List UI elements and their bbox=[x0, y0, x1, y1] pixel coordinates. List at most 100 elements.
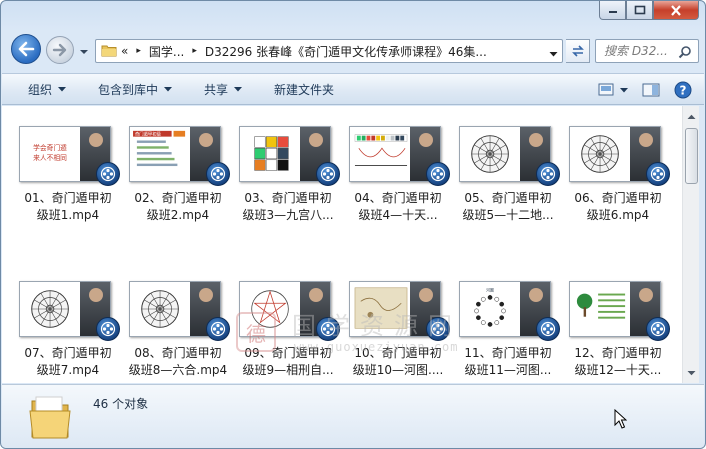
chevron-down-icon bbox=[549, 52, 558, 57]
address-overflow[interactable]: « bbox=[121, 44, 128, 58]
file-item[interactable]: 05、奇门遁甲初 级班5—十二地... bbox=[442, 106, 560, 226]
back-arrow-icon bbox=[18, 41, 35, 57]
address-segment-parent[interactable]: 国学... bbox=[149, 43, 184, 60]
svg-text:?: ? bbox=[680, 84, 687, 98]
scroll-down-button[interactable] bbox=[683, 364, 700, 381]
scrollbar-thumb[interactable] bbox=[685, 128, 698, 184]
close-button[interactable] bbox=[653, 1, 699, 20]
file-item[interactable]: 03、奇门遁甲初 级班3—九宫八... bbox=[222, 106, 340, 226]
maximize-icon bbox=[634, 5, 645, 15]
slide-preview bbox=[130, 282, 192, 336]
scroll-down-icon bbox=[687, 370, 696, 375]
chevron-down-icon bbox=[234, 86, 243, 91]
file-item[interactable]: 06、奇门遁甲初 级班6.mp4 bbox=[552, 106, 670, 226]
file-name-line: 级班5—十二地... bbox=[462, 208, 554, 222]
chevron-down-icon bbox=[164, 86, 173, 91]
address-bar[interactable]: « ▸ 国学... ▸ D32296 张春峰《奇门遁甲文化传承师课程》46集..… bbox=[95, 39, 563, 63]
caption-buttons bbox=[599, 1, 699, 21]
file-name[interactable]: 05、奇门遁甲初 级班5—十二地... bbox=[452, 190, 564, 224]
file-name[interactable]: 04、奇门遁甲初 级班4—十天... bbox=[342, 190, 454, 224]
file-name-line: 级班11—河图... bbox=[464, 363, 552, 377]
item-count: 46 个对象 bbox=[93, 397, 149, 411]
file-name-line: 级班7.mp4 bbox=[36, 363, 100, 377]
svg-text:来人不相同: 来人不相同 bbox=[33, 153, 67, 162]
folder-large-icon bbox=[28, 391, 72, 444]
view-icon bbox=[598, 83, 614, 96]
file-name[interactable]: 07、奇门遁甲初 级班7.mp4 bbox=[12, 345, 124, 379]
file-name-line: 级班4—十天... bbox=[358, 208, 438, 222]
svg-text:学会奇门遁: 学会奇门遁 bbox=[33, 143, 67, 152]
file-name-line: 09、奇门遁甲初 bbox=[244, 346, 332, 360]
file-name-line: 10、奇门遁甲初 bbox=[354, 346, 442, 360]
recent-pages-button[interactable] bbox=[79, 45, 89, 59]
file-name-line: 级班2.mp4 bbox=[146, 208, 210, 222]
change-view-button[interactable] bbox=[594, 78, 632, 102]
file-name[interactable]: 11、奇门遁甲初 级班11—河图... bbox=[452, 345, 564, 379]
file-item[interactable]: 学会奇门遁 来人不相同 01、奇门遁甲初 级班1.mp4 bbox=[2, 106, 120, 226]
refresh-icon bbox=[571, 45, 584, 57]
chevron-down-icon bbox=[58, 86, 67, 91]
minimize-icon bbox=[608, 11, 617, 13]
file-list[interactable]: 学会奇门遁 来人不相同 01、奇门遁甲初 级班1.mp4 奇门遁甲初级 02、奇门遁甲初级… bbox=[2, 106, 682, 383]
file-name[interactable]: 01、奇门遁甲初 级班1.mp4 bbox=[12, 190, 124, 224]
search-box[interactable] bbox=[595, 39, 699, 63]
video-file-icon bbox=[646, 317, 670, 341]
search-icon[interactable] bbox=[678, 45, 692, 62]
video-file-icon bbox=[646, 162, 670, 186]
file-item[interactable]: 12、奇门遁甲初 级班12—十天... bbox=[552, 261, 670, 381]
file-item[interactable]: 08、奇门遁甲初 级班8—六合.mp4 bbox=[112, 261, 230, 381]
file-name[interactable]: 06、奇门遁甲初 级班6.mp4 bbox=[562, 190, 674, 224]
file-name[interactable]: 08、奇门遁甲初 级班8—六合.mp4 bbox=[122, 345, 234, 379]
forward-arrow-icon bbox=[52, 43, 67, 57]
file-item[interactable]: 04、奇门遁甲初 级班4—十天... bbox=[332, 106, 450, 226]
file-name-line: 01、奇门遁甲初 bbox=[24, 191, 112, 205]
scroll-up-button[interactable] bbox=[683, 108, 700, 125]
file-name-line: 级班3—九宫八... bbox=[242, 208, 334, 222]
close-icon bbox=[671, 4, 681, 16]
explorer-window: « ▸ 国学... ▸ D32296 张春峰《奇门遁甲文化传承师课程》46集..… bbox=[0, 0, 706, 449]
vertical-scrollbar[interactable] bbox=[682, 106, 699, 383]
new-folder-button[interactable]: 新建文件夹 bbox=[266, 77, 342, 101]
forward-button[interactable] bbox=[46, 36, 74, 64]
command-bar: 组织 包含到库中 共享 新建文件夹 ? bbox=[2, 73, 704, 105]
file-name-line: 11、奇门遁甲初 bbox=[464, 346, 552, 360]
minimize-button[interactable] bbox=[599, 1, 626, 20]
address-segment-current[interactable]: D32296 张春峰《奇门遁甲文化传承师课程》46集... bbox=[205, 43, 487, 60]
file-item[interactable]: 10、奇门遁甲初 级班10—河图.... bbox=[332, 261, 450, 381]
file-name-line: 级班8—六合.mp4 bbox=[128, 363, 228, 377]
folder-icon bbox=[101, 43, 117, 60]
new-folder-label: 新建文件夹 bbox=[274, 82, 335, 97]
file-name[interactable]: 12、奇门遁甲初 级班12—十天... bbox=[562, 345, 674, 379]
preview-pane-button[interactable] bbox=[638, 78, 664, 102]
file-name[interactable]: 03、奇门遁甲初 级班3—九宫八... bbox=[232, 190, 344, 224]
file-item[interactable]: 奇门遁甲初级 02、奇门遁甲初 级班2.mp4 bbox=[112, 106, 230, 226]
file-name-line: 08、奇门遁甲初 bbox=[134, 346, 222, 360]
address-dropdown-button[interactable] bbox=[549, 47, 558, 61]
file-item[interactable]: 09、奇门遁甲初 级班9—相刑自... bbox=[222, 261, 340, 381]
file-item[interactable]: 河圖 11、奇门遁甲初 级班11—河图... bbox=[442, 261, 560, 381]
maximize-button[interactable] bbox=[626, 1, 653, 20]
address-separator[interactable]: ▸ bbox=[192, 46, 197, 56]
file-name[interactable]: 10、奇门遁甲初 级班10—河图.... bbox=[342, 345, 454, 379]
refresh-button[interactable] bbox=[566, 39, 590, 63]
file-name-line: 级班9—相刑自... bbox=[242, 363, 334, 377]
file-name-line: 级班6.mp4 bbox=[586, 208, 650, 222]
file-name-line: 级班1.mp4 bbox=[36, 208, 100, 222]
help-icon: ? bbox=[674, 81, 692, 99]
slide-preview bbox=[570, 127, 632, 181]
help-button[interactable]: ? bbox=[670, 78, 696, 102]
file-name-line: 04、奇门遁甲初 bbox=[354, 191, 442, 205]
address-separator[interactable]: ▸ bbox=[136, 46, 141, 56]
search-input[interactable] bbox=[604, 44, 680, 58]
share-menu[interactable]: 共享 bbox=[196, 77, 250, 101]
slide-preview bbox=[350, 282, 412, 336]
file-name-line: 12、奇门遁甲初 bbox=[574, 346, 662, 360]
back-button[interactable] bbox=[11, 34, 41, 64]
slide-preview bbox=[570, 282, 632, 336]
include-in-library-menu[interactable]: 包含到库中 bbox=[90, 77, 180, 101]
organize-menu[interactable]: 组织 bbox=[20, 77, 74, 101]
file-name[interactable]: 02、奇门遁甲初 级班2.mp4 bbox=[122, 190, 234, 224]
slide-preview bbox=[240, 127, 302, 181]
file-item[interactable]: 07、奇门遁甲初 级班7.mp4 bbox=[2, 261, 120, 381]
file-name[interactable]: 09、奇门遁甲初 级班9—相刑自... bbox=[232, 345, 344, 379]
